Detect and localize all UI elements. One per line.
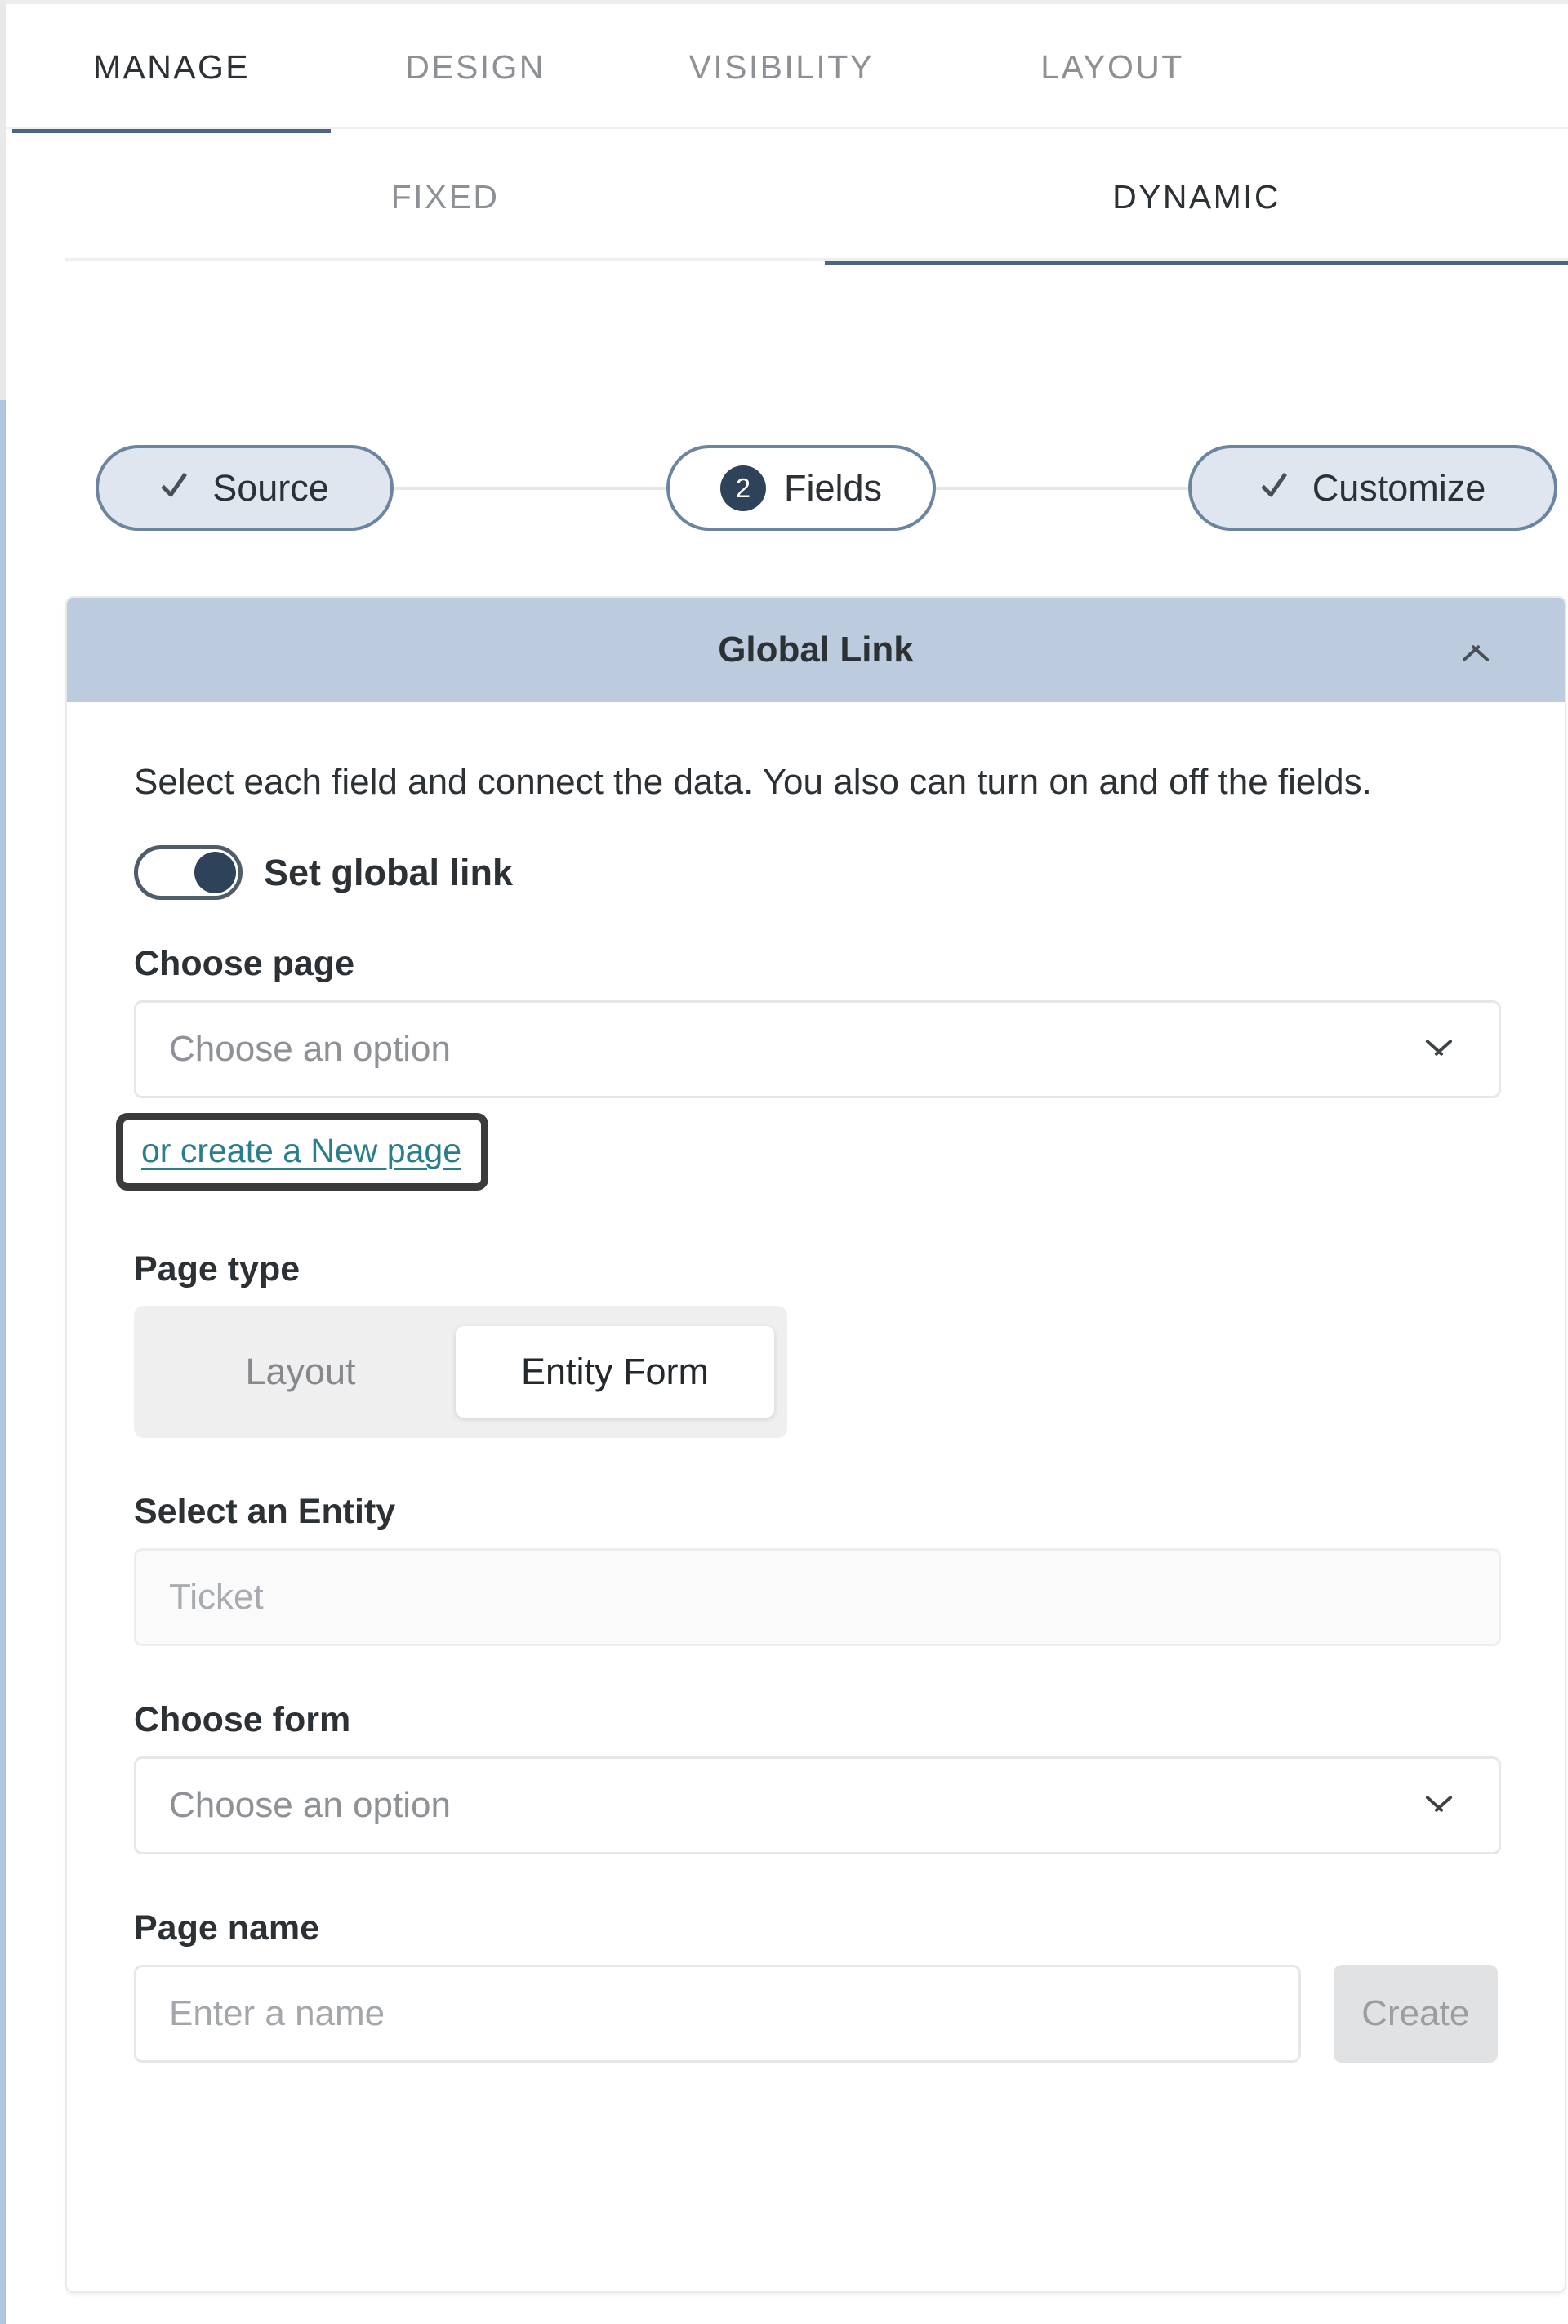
card-description: Select each field and connect the data. … bbox=[134, 762, 1372, 802]
toggle-knob bbox=[194, 852, 236, 894]
set-global-link-label: Set global link bbox=[264, 851, 514, 893]
page-type-label: Page type bbox=[134, 1249, 301, 1289]
app-root: MANAGE DESIGN VISIBILITY LAYOUT FIXED DY… bbox=[0, 0, 1568, 2324]
check-icon bbox=[1260, 471, 1294, 505]
tab-layout-label: LAYOUT bbox=[1040, 48, 1184, 86]
set-global-link-toggle-row[interactable]: Set global link bbox=[134, 845, 514, 901]
primary-tabbar: MANAGE DESIGN VISIBILITY LAYOUT bbox=[6, 4, 1568, 133]
page-type-group: Page type Layout Entity Form bbox=[134, 1249, 1498, 1439]
choose-form-value: Choose an option bbox=[169, 1785, 451, 1826]
tab-visibility[interactable]: VISIBILITY bbox=[626, 4, 937, 131]
step-source-label: Source bbox=[212, 466, 329, 509]
chevron-down-icon[interactable] bbox=[1425, 1796, 1453, 1821]
left-edge-strip bbox=[0, 0, 6, 2324]
tab-design[interactable]: DESIGN bbox=[349, 4, 602, 131]
select-entity-input[interactable]: Ticket bbox=[134, 1548, 1501, 1647]
global-link-card-body: Select each field and connect the data. … bbox=[67, 702, 1565, 2064]
chevron-down-icon[interactable] bbox=[1425, 1040, 1453, 1065]
stepper-connector-1 bbox=[394, 487, 666, 490]
stepper-connector-2 bbox=[936, 487, 1188, 490]
primary-tabbar-underline bbox=[6, 127, 1568, 129]
secondary-tabbar-underline bbox=[65, 258, 1568, 261]
step-customize[interactable]: Customize bbox=[1188, 445, 1557, 531]
page-type-option-layout[interactable]: Layout bbox=[145, 1326, 456, 1418]
left-edge-accent bbox=[0, 400, 6, 2324]
tab-layout[interactable]: LAYOUT bbox=[986, 4, 1239, 131]
create-button[interactable]: Create bbox=[1333, 1965, 1498, 2064]
new-page-link-highlight: or create a New page bbox=[116, 1113, 489, 1191]
secondary-tabbar: FIXED DYNAMIC bbox=[65, 131, 1568, 265]
select-entity-group: Select an Entity Ticket bbox=[134, 1492, 1501, 1647]
tab-dynamic[interactable]: DYNAMIC bbox=[825, 131, 1568, 265]
choose-page-value: Choose an option bbox=[169, 1029, 451, 1070]
choose-form-select[interactable]: Choose an option bbox=[134, 1756, 1501, 1855]
tab-fixed-label: FIXED bbox=[390, 177, 500, 216]
choose-form-label: Choose form bbox=[134, 1700, 351, 1740]
page-type-option-entity-form[interactable]: Entity Form bbox=[456, 1326, 774, 1418]
choose-page-label: Choose page bbox=[134, 944, 354, 984]
chevron-up-icon[interactable] bbox=[1462, 639, 1490, 666]
page-type-segmented-control: Layout Entity Form bbox=[134, 1306, 787, 1439]
step-customize-label: Customize bbox=[1312, 466, 1486, 509]
step-fields-number: 2 bbox=[719, 465, 766, 511]
select-entity-label: Select an Entity bbox=[134, 1492, 396, 1532]
tab-fixed[interactable]: FIXED bbox=[65, 131, 825, 262]
page-name-row: Create bbox=[134, 1965, 1498, 2064]
tab-visibility-label: VISIBILITY bbox=[688, 48, 875, 86]
create-new-page-link[interactable]: or create a New page bbox=[141, 1132, 461, 1169]
global-link-card: Global Link Select each field and connec… bbox=[65, 596, 1566, 2293]
card-title: Global Link bbox=[718, 630, 914, 670]
tab-manage[interactable]: MANAGE bbox=[12, 4, 331, 133]
tab-design-label: DESIGN bbox=[405, 48, 546, 86]
page-name-group: Page name Create bbox=[134, 1908, 1498, 2064]
tab-dynamic-label: DYNAMIC bbox=[1112, 177, 1281, 216]
page-name-input[interactable] bbox=[134, 1965, 1301, 2064]
choose-page-group: Choose page Choose an option or create a… bbox=[116, 944, 1501, 1191]
step-source[interactable]: Source bbox=[96, 445, 394, 531]
page-name-label: Page name bbox=[134, 1908, 320, 1948]
wizard-stepper: Source 2 Fields Customize bbox=[90, 445, 1560, 531]
step-fields[interactable]: 2 Fields bbox=[666, 445, 936, 531]
choose-form-group: Choose form Choose an option bbox=[134, 1700, 1501, 1855]
step-fields-label: Fields bbox=[783, 466, 883, 509]
tab-manage-label: MANAGE bbox=[92, 48, 251, 86]
set-global-link-toggle[interactable] bbox=[134, 845, 243, 901]
choose-page-select[interactable]: Choose an option bbox=[134, 1000, 1501, 1099]
global-link-card-header[interactable]: Global Link bbox=[67, 598, 1565, 702]
check-icon bbox=[160, 471, 194, 505]
